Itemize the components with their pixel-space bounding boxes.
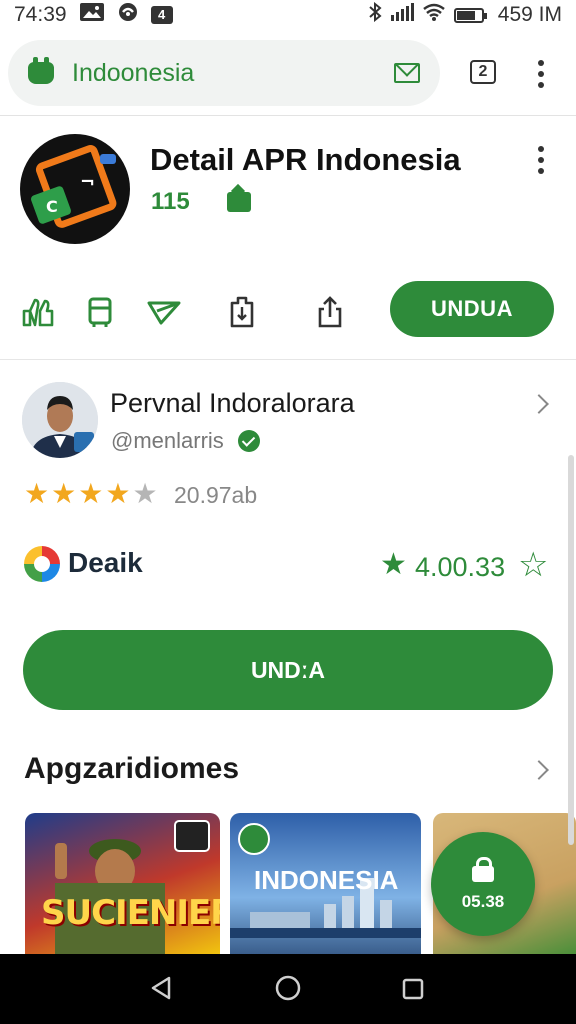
brand-name: Deaik <box>68 547 143 578</box>
wifi-icon <box>422 3 446 27</box>
bookmark-icon[interactable] <box>82 294 118 330</box>
download-icon[interactable] <box>224 294 260 330</box>
rating-badge-icon <box>227 192 251 212</box>
address-bar[interactable]: Indoonesia <box>8 40 440 106</box>
thumbs-icon[interactable] <box>20 294 56 330</box>
site-android-icon <box>28 57 54 84</box>
section-chevron-icon[interactable] <box>529 760 549 780</box>
card-badge-icon <box>238 823 270 855</box>
app-title: Detail APR Indonesia <box>150 142 461 177</box>
section-title: Apgzaridiomes <box>24 752 240 785</box>
share-icon[interactable] <box>312 294 348 330</box>
star-icon: ★ <box>51 478 77 509</box>
app-header: C ¬ Detail APR Indonesia 115 UNDUA <box>0 116 576 360</box>
svg-text:C: C <box>46 197 58 216</box>
url-text[interactable]: Indoonesia <box>72 59 394 88</box>
app-count: 115 <box>151 188 190 215</box>
system-nav-bar <box>0 954 576 1024</box>
verified-icon <box>238 430 260 452</box>
bluetooth-icon <box>368 1 382 28</box>
publisher-handle: @menlarris <box>111 428 224 453</box>
publisher-section: Pervnal Indoralorara @menlarris ★ ★ ★ ★ … <box>0 360 576 620</box>
star-empty-icon: ★ <box>132 478 158 509</box>
battery-icon <box>453 7 487 23</box>
rating-stars: ★ ★ ★ ★ ★ <box>24 480 158 508</box>
favorite-star-outline-icon[interactable]: ☆ <box>518 548 548 582</box>
app-menu-icon[interactable] <box>538 146 544 174</box>
status-time: 74:39 <box>14 3 67 26</box>
app-icon: C ¬ <box>20 134 130 244</box>
carousel-card[interactable]: SUCIENIER <box>25 813 220 954</box>
dnd-notification-icon <box>117 1 139 29</box>
tabs-button[interactable]: 2 <box>470 60 496 84</box>
status-bar: 74:39 4 459 IM <box>0 0 576 30</box>
status-right-time: 459 IM <box>497 3 562 26</box>
publisher-name[interactable]: Pervnal Indoralorara <box>110 388 355 419</box>
card-title: SUCIENIER <box>41 893 220 933</box>
carousel-card[interactable]: INDONESIA <box>230 813 421 954</box>
browser-toolbar: Indoonesia 2 <box>0 30 576 116</box>
action-row: UNDUA <box>0 280 576 342</box>
back-icon[interactable] <box>150 976 172 1005</box>
floating-action-button[interactable]: 05.38 <box>431 832 535 936</box>
install-button[interactable]: UNDUA <box>390 281 554 337</box>
star-icon: ★ <box>24 478 50 509</box>
rating-count: 20.97ab <box>174 482 258 508</box>
image-notification-icon <box>79 2 105 28</box>
lock-icon <box>472 857 494 882</box>
home-icon[interactable] <box>275 975 301 1006</box>
svg-text:¬: ¬ <box>80 172 95 193</box>
signal-icon <box>390 3 414 27</box>
star-icon: ★ <box>105 478 131 509</box>
brand-logo-icon <box>24 546 60 582</box>
browser-menu-icon[interactable] <box>538 60 544 88</box>
send-icon[interactable] <box>146 294 182 330</box>
scrollbar[interactable] <box>568 455 574 845</box>
avatar[interactable] <box>22 382 98 458</box>
score-star-icon: ★ <box>380 548 407 581</box>
download-button[interactable]: UNDːA <box>23 630 553 710</box>
star-icon: ★ <box>78 478 104 509</box>
notification-count-icon: 4 <box>150 6 173 24</box>
score-value: 4.00.33 <box>415 552 506 582</box>
recents-icon[interactable] <box>402 978 424 1005</box>
card-title: INDONESIA <box>254 865 399 895</box>
mail-icon[interactable] <box>394 63 420 83</box>
chevron-right-icon[interactable] <box>529 394 549 414</box>
fab-label: 05.38 <box>461 892 505 911</box>
